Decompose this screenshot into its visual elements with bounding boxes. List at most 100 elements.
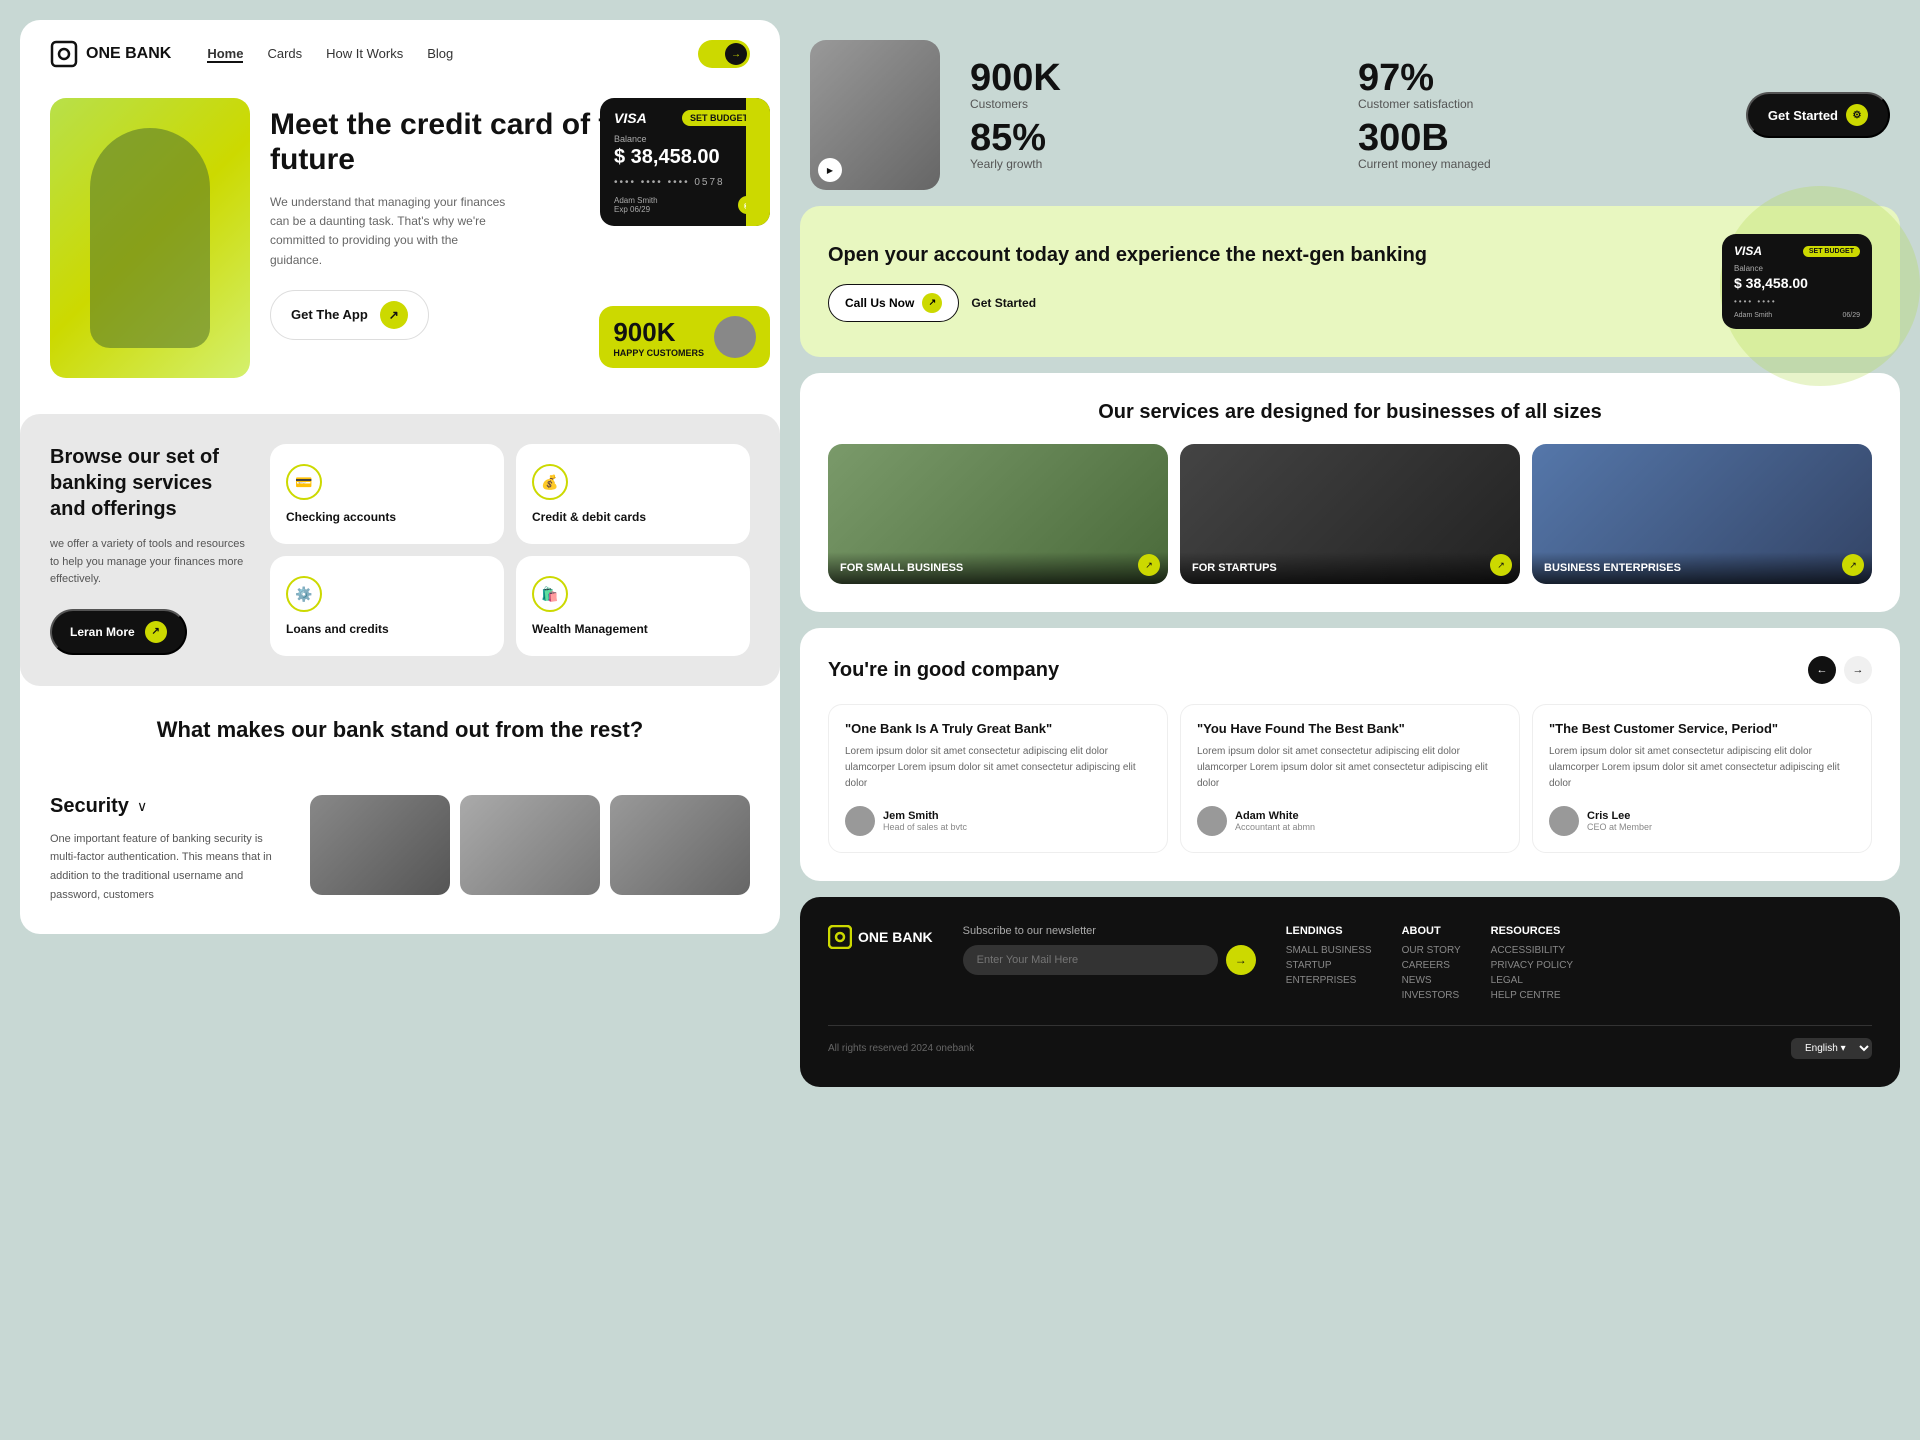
services-text: Browse our set of banking services and o…: [50, 444, 250, 656]
toggle-dot: →: [725, 43, 747, 65]
hero-description: We understand that managing your finance…: [270, 193, 510, 270]
loans-icon: ⚙️: [286, 576, 322, 612]
oa-balance: $ 38,458.00: [1734, 275, 1860, 291]
set-budget-button[interactable]: SET BUDGET: [682, 110, 756, 126]
card-expiry: Exp 06/29: [614, 205, 658, 214]
biz-card-small-business[interactable]: FOR SMALL BUSINESS ↗: [828, 444, 1168, 584]
service-checking-accounts[interactable]: 💳 Checking accounts: [270, 444, 504, 544]
footer-link-enterprises[interactable]: ENTERPRISES: [1286, 975, 1372, 986]
next-arrow[interactable]: →: [1844, 656, 1872, 684]
testimonial-3-quote: "The Best Customer Service, Period": [1549, 721, 1855, 736]
testimonial-3-name: Cris Lee: [1587, 810, 1652, 822]
footer-email-input[interactable]: [963, 945, 1218, 975]
service-wealth-management[interactable]: 🛍️ Wealth Management: [516, 556, 750, 656]
logo-text: ONE BANK: [86, 45, 171, 63]
footer-link-our-story[interactable]: OUR STORY: [1402, 945, 1461, 956]
nav-cards[interactable]: Cards: [267, 46, 302, 61]
stat-customers: 900K Customers: [970, 59, 1328, 111]
security-label: Security: [50, 795, 129, 818]
stat-money-value: 300B: [1358, 119, 1716, 157]
footer-link-news[interactable]: NEWS: [1402, 975, 1461, 986]
footer-link-investors[interactable]: INVESTORS: [1402, 990, 1461, 1001]
security-image-1: [310, 795, 450, 895]
footer-col-resources: RESOURCES ACCESSIBILITY PRIVACY POLICY L…: [1491, 925, 1573, 1005]
services-section: Browse our set of banking services and o…: [20, 414, 780, 686]
get-app-button[interactable]: Get The App ↗: [270, 290, 429, 340]
left-panel: ONE BANK Home Cards How It Works Blog → …: [20, 20, 780, 1420]
theme-toggle[interactable]: →: [698, 40, 750, 68]
stat-customers-label: Customers: [970, 97, 1328, 111]
logo-icon: [50, 40, 78, 68]
footer-subscribe-button[interactable]: →: [1226, 945, 1256, 975]
nav-home[interactable]: Home: [207, 46, 243, 63]
footer-copyright: All rights reserved 2024 onebank: [828, 1043, 974, 1054]
prev-arrow[interactable]: ←: [1808, 656, 1836, 684]
testimonial-1-author: Jem Smith Head of sales at bvtc: [845, 806, 1151, 836]
get-started-button[interactable]: Get Started ⚙: [1746, 92, 1890, 138]
security-image-2: [460, 795, 600, 895]
card-widget: VISA SET BUDGET Balance $ 38,458.00 ••••…: [600, 98, 770, 226]
happy-count: 900K: [613, 317, 704, 348]
footer-link-small-business[interactable]: SMALL BUSINESS: [1286, 945, 1372, 956]
open-account-card: Open your account today and experience t…: [800, 206, 1900, 357]
open-account-get-started[interactable]: Get Started: [971, 296, 1036, 310]
learn-more-button[interactable]: Leran More ↗: [50, 609, 187, 655]
testimonial-3-text: Lorem ipsum dolor sit amet consectetur a…: [1549, 744, 1855, 792]
services-description: we offer a variety of tools and resource…: [50, 536, 250, 589]
footer-links: LENDINGS SMALL BUSINESS STARTUP ENTERPRI…: [1286, 925, 1872, 1005]
service-credit-debit-cards[interactable]: 💰 Credit & debit cards: [516, 444, 750, 544]
card-holder-name: Adam Smith: [614, 196, 658, 205]
footer-language-select[interactable]: English ▾: [1791, 1038, 1872, 1059]
oa-card-name: Adam Smith: [1734, 312, 1772, 319]
call-us-now-button[interactable]: Call Us Now ↗: [828, 284, 959, 322]
services-title: Browse our set of banking services and o…: [50, 444, 250, 522]
stat-satisfaction: 97% Customer satisfaction: [1358, 59, 1716, 111]
visa-label: VISA: [614, 110, 647, 126]
testimonial-2-text: Lorem ipsum dolor sit amet consectetur a…: [1197, 744, 1503, 792]
main-card: ONE BANK Home Cards How It Works Blog → …: [20, 20, 780, 934]
footer-subscribe: Subscribe to our newsletter →: [963, 925, 1256, 1005]
navbar: ONE BANK Home Cards How It Works Blog →: [20, 20, 780, 88]
biz-card-startup[interactable]: FOR STARTUPS ↗: [1180, 444, 1520, 584]
credit-debit-label: Credit & debit cards: [532, 510, 646, 524]
stats-row: ▶ 900K Customers 97% Customer satisfacti…: [800, 20, 1900, 190]
oa-card-dots: •••• ••••: [1734, 297, 1860, 306]
card-number: •••• •••• •••• 0578: [614, 177, 756, 188]
happy-label: HAPPY CUSTOMERS: [613, 348, 704, 358]
testimonial-3-avatar: [1549, 806, 1579, 836]
footer-link-careers[interactable]: CAREERS: [1402, 960, 1461, 971]
standout-section: What makes our bank stand out from the r…: [20, 686, 780, 795]
stat-money-label: Current money managed: [1358, 157, 1716, 171]
biz-card-enterprise[interactable]: BUSINESS ENTERPRISES ↗: [1532, 444, 1872, 584]
testimonial-card-2: "You Have Found The Best Bank" Lorem ips…: [1180, 704, 1520, 853]
stat-growth-label: Yearly growth: [970, 157, 1328, 171]
stat-image: ▶: [810, 40, 940, 190]
hero-section: Meet the credit card of the future We un…: [20, 88, 780, 398]
business-cards: FOR SMALL BUSINESS ↗ FOR STARTUPS ↗ BUSI…: [828, 444, 1872, 584]
footer-link-help[interactable]: HELP CENTRE: [1491, 990, 1573, 1001]
footer-link-legal[interactable]: LEGAL: [1491, 975, 1573, 986]
checking-accounts-icon: 💳: [286, 464, 322, 500]
open-account-title: Open your account today and experience t…: [828, 242, 1702, 268]
open-account-text: Open your account today and experience t…: [828, 242, 1702, 322]
happy-avatar: [714, 316, 756, 358]
checking-accounts-label: Checking accounts: [286, 510, 396, 524]
testimonial-2-name: Adam White: [1235, 810, 1315, 822]
footer-logo-section: ONE BANK: [828, 925, 933, 1005]
wealth-label: Wealth Management: [532, 622, 648, 636]
stat-satisfaction-value: 97%: [1358, 59, 1716, 97]
footer-link-startup[interactable]: STARTUP: [1286, 960, 1372, 971]
person-silhouette: [90, 128, 210, 348]
nav-how-it-works[interactable]: How It Works: [326, 46, 403, 61]
service-loans-credits[interactable]: ⚙️ Loans and credits: [270, 556, 504, 656]
footer-link-privacy[interactable]: PRIVACY POLICY: [1491, 960, 1573, 971]
footer-col-lendings: LENDINGS SMALL BUSINESS STARTUP ENTERPRI…: [1286, 925, 1372, 1005]
footer-link-accessibility[interactable]: ACCESSIBILITY: [1491, 945, 1573, 956]
balance-value: $ 38,458.00: [614, 146, 756, 169]
testimonial-2-avatar: [1197, 806, 1227, 836]
play-button[interactable]: ▶: [818, 158, 842, 182]
hero-image: [50, 98, 250, 378]
nav-blog[interactable]: Blog: [427, 46, 453, 61]
stat-growth: 85% Yearly growth: [970, 119, 1328, 171]
security-images: [310, 795, 750, 895]
